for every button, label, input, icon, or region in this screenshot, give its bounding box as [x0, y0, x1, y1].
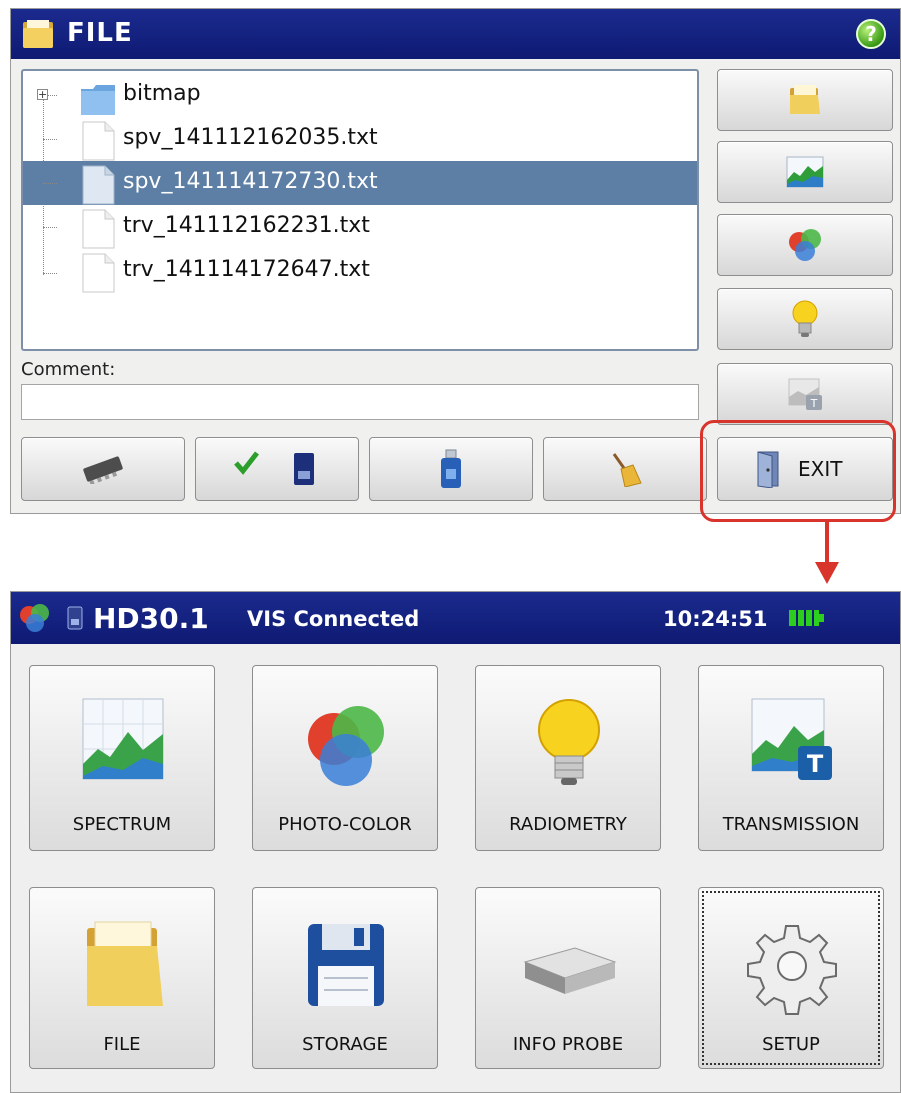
folder-icon [23, 20, 53, 48]
tree-item-file-selected[interactable]: spv_141114172730.txt [23, 161, 697, 205]
tree-item-label: trv_141114172647.txt [123, 257, 370, 282]
arrow-down-icon [815, 562, 839, 584]
tile-label: TRANSMISSION [722, 814, 860, 835]
tree-item-label: trv_141112162231.txt [123, 213, 370, 238]
open-folder-button[interactable] [717, 69, 893, 131]
usb-drive-icon [441, 449, 461, 488]
file-tile[interactable]: FILE [29, 887, 215, 1069]
svg-text:T: T [810, 397, 818, 410]
setup-tile[interactable]: SETUP [698, 887, 884, 1069]
tile-label: SPECTRUM [72, 814, 172, 835]
clean-button[interactable] [543, 437, 707, 501]
clock: 10:24:51 [663, 607, 768, 631]
photo-color-icon [789, 229, 821, 261]
transmission-tile[interactable]: T TRANSMISSION [698, 665, 884, 851]
spectrum-chart-icon [786, 156, 824, 188]
photo-color-button[interactable] [717, 214, 893, 276]
expand-icon[interactable]: + [37, 89, 48, 100]
memory-chip-icon [83, 456, 123, 484]
tile-label: FILE [103, 1034, 141, 1055]
broom-icon [612, 453, 642, 487]
help-icon[interactable]: ? [856, 19, 886, 49]
document-icon [82, 253, 115, 293]
tile-label: RADIOMETRY [509, 814, 627, 835]
spectrum-button[interactable] [717, 141, 893, 203]
document-icon [82, 121, 115, 161]
folder-icon [87, 921, 163, 1006]
lightbulb-icon [538, 699, 600, 785]
transmission-button[interactable]: T [717, 363, 893, 425]
battery-icon [789, 610, 824, 626]
document-icon [82, 209, 115, 249]
tile-label: STORAGE [302, 1034, 388, 1055]
lightbulb-icon [792, 300, 818, 337]
sd-card-icon [67, 606, 83, 630]
storage-tile[interactable]: STORAGE [252, 887, 438, 1069]
comment-label: Comment: [21, 359, 116, 380]
tile-label: PHOTO-COLOR [278, 814, 412, 835]
folder-icon [790, 85, 820, 114]
tree-item-file[interactable]: trv_141114172647.txt [23, 249, 697, 293]
tree-item-file[interactable]: spv_141112162035.txt [23, 117, 697, 161]
photo-color-tile[interactable]: PHOTO-COLOR [252, 665, 438, 851]
status-bar: HD30.1 VIS Connected 10:24:51 [11, 592, 900, 644]
tile-label: INFO PROBE [512, 1034, 624, 1055]
probe-device-icon [523, 947, 617, 994]
sd-card-check-icon [234, 451, 314, 485]
spectrum-chart-icon [82, 698, 164, 780]
info-probe-tile[interactable]: INFO PROBE [475, 887, 661, 1069]
transmission-icon: T [751, 698, 832, 780]
photo-color-icon [20, 604, 49, 632]
tree-item-file[interactable]: trv_141112162231.txt [23, 205, 697, 249]
usb-drive-button[interactable] [369, 437, 533, 501]
sd-card-button[interactable] [195, 437, 359, 501]
connection-status: VIS Connected [247, 607, 420, 631]
radiometry-tile[interactable]: RADIOMETRY [475, 665, 661, 851]
exit-highlight-annotation [700, 420, 896, 522]
transmission-icon: T [788, 378, 822, 410]
document-icon [82, 165, 115, 205]
folder-icon [81, 85, 115, 115]
tile-label: SETUP [762, 1034, 820, 1055]
photo-color-icon [308, 706, 384, 786]
tree-item-label: bitmap [123, 81, 201, 106]
tree-item-label: spv_141114172730.txt [123, 169, 378, 194]
file-tree[interactable]: + bitmap spv_141112162035.txt spv_141114… [21, 69, 699, 351]
spectrum-tile[interactable]: SPECTRUM [29, 665, 215, 851]
tree-item-label: spv_141112162035.txt [123, 125, 378, 150]
radiometry-button[interactable] [717, 288, 893, 350]
gear-icon [747, 925, 837, 1015]
internal-memory-button[interactable] [21, 437, 185, 501]
file-title-bar: FILE ? [11, 9, 900, 59]
device-model: HD30.1 [93, 602, 209, 635]
comment-field[interactable] [21, 384, 699, 420]
page-title: FILE [67, 18, 133, 48]
floppy-disk-icon [308, 924, 384, 1006]
svg-text:T: T [807, 750, 824, 778]
main-menu-screen: HD30.1 VIS Connected 10:24:51 SPECTRUM P… [10, 591, 901, 1093]
annotation-arrow [825, 522, 829, 564]
tree-item-bitmap[interactable]: + bitmap [23, 73, 697, 117]
